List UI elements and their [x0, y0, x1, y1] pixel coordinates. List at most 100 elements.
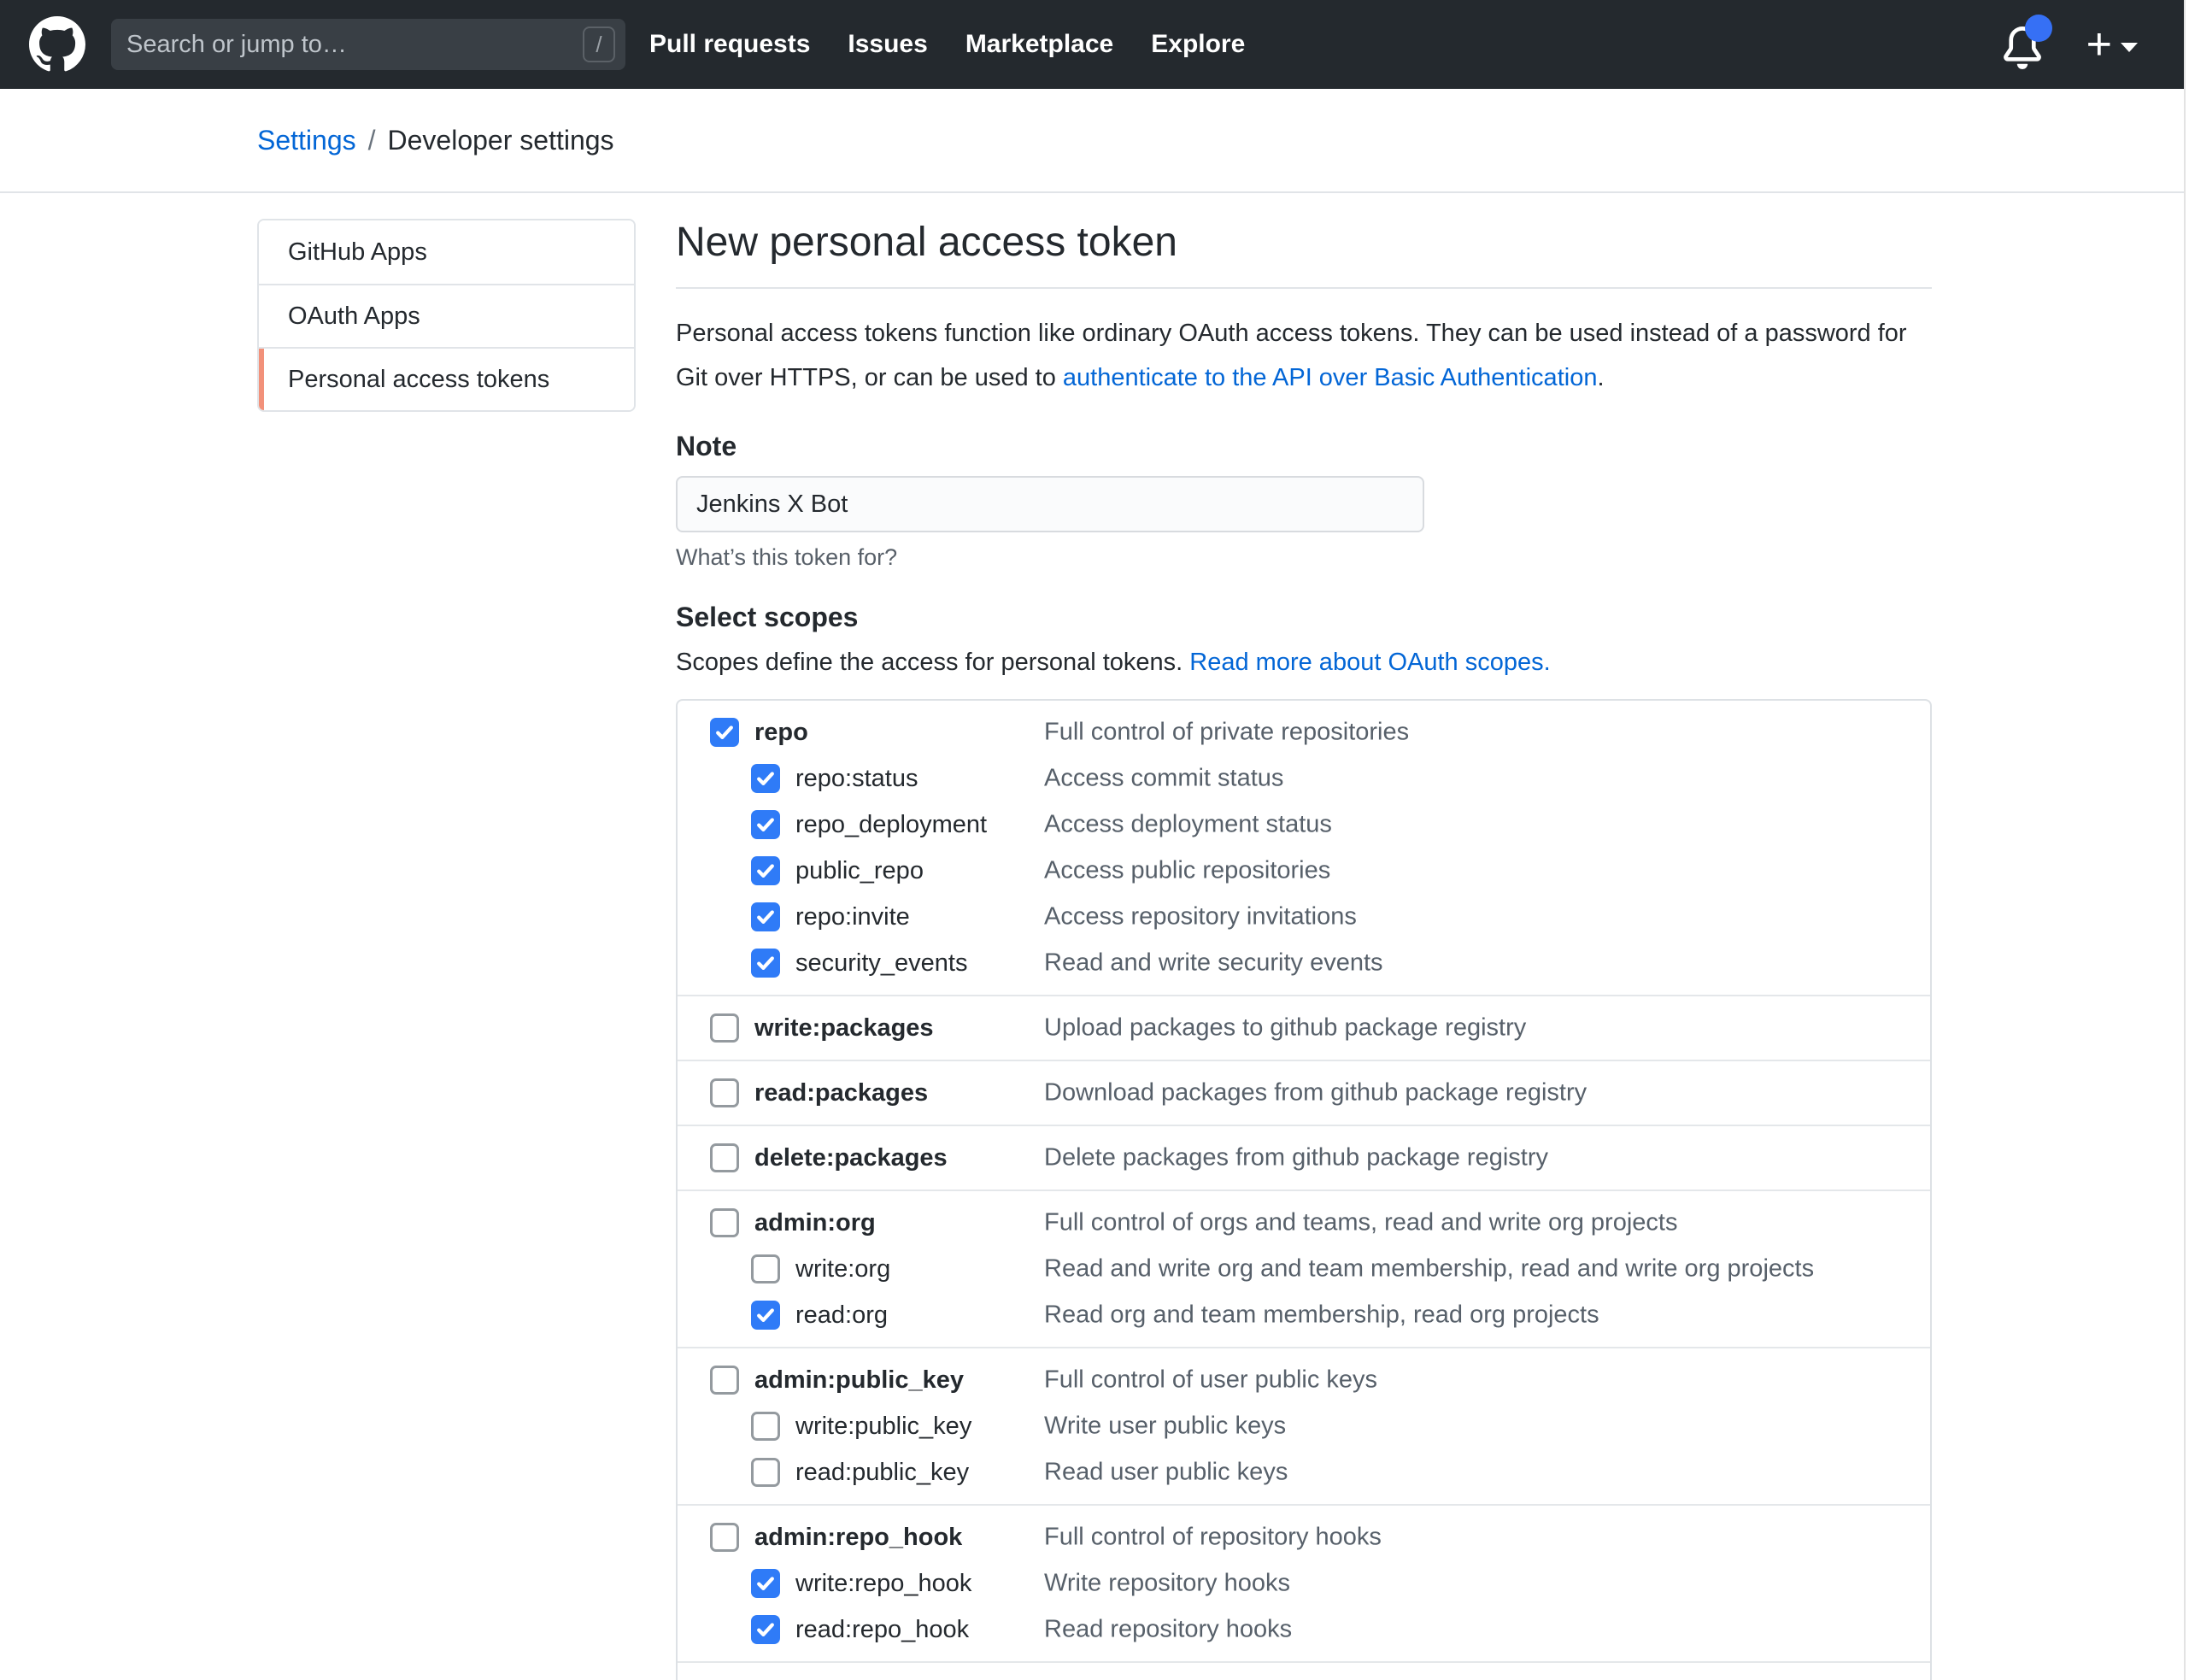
scope-row-admin:org: admin:orgFull control of orgs and teams,…	[678, 1200, 1930, 1246]
scope-name-label: repo:invite	[795, 903, 910, 931]
scope-group: admin:public_key Full control of user pub…	[678, 1347, 1930, 1504]
top-header: / Pull requests Issues Marketplace Explo…	[0, 0, 2189, 89]
scope-row-admin:repo_hook: admin:repo_hook Full control of repositor…	[678, 1514, 1930, 1560]
notifications-bell-icon[interactable]	[2001, 21, 2044, 68]
scope-description: Download packages from github package re…	[1044, 1079, 1587, 1107]
slash-key-hint: /	[583, 26, 615, 62]
scope-description: Full control of user public keys	[1044, 1366, 1377, 1395]
checkbox-read:public_key[interactable]	[751, 1458, 780, 1487]
scope-description: Delete packages from github package regi…	[1044, 1144, 1548, 1172]
scope-group: admin:org_hookFull control of organizati…	[678, 1661, 1930, 1680]
note-input[interactable]	[676, 476, 1424, 532]
sidebar-item-github-apps[interactable]: GitHub Apps	[259, 220, 634, 284]
create-new-menu[interactable]: +	[2086, 22, 2138, 67]
developer-settings-menu: GitHub Apps OAuth Apps Personal access t…	[257, 219, 636, 412]
scope-row-repo:status: repo:status Access commit status	[678, 755, 1930, 802]
scope-row-repo: repo Full control of private repositories	[678, 709, 1930, 755]
header-right: +	[2001, 21, 2155, 68]
scope-row-admin:org_hook: admin:org_hookFull control of organizati…	[678, 1671, 1930, 1680]
scope-name-label: write:packages	[754, 1014, 934, 1043]
checkbox-write:org[interactable]	[751, 1254, 780, 1283]
checkbox-delete:packages[interactable]	[710, 1143, 739, 1172]
scope-name-label: delete:packages	[754, 1144, 948, 1172]
checkbox-read:packages[interactable]	[710, 1078, 739, 1107]
scope-description: Full control of repository hooks	[1044, 1524, 1382, 1552]
checkbox-write:packages[interactable]	[710, 1013, 739, 1043]
scope-row-public_repo: public_repoAccess public repositories	[678, 848, 1930, 894]
nav-pull-requests[interactable]: Pull requests	[649, 30, 810, 59]
scope-row-read:public_key: read:public_key Read user public keys	[678, 1449, 1930, 1495]
scope-name-label: admin:repo_hook	[754, 1524, 962, 1552]
scope-row-admin:public_key: admin:public_key Full control of user pub…	[678, 1357, 1930, 1403]
scope-row-read:packages: read:packagesDownload packages from gith…	[678, 1070, 1930, 1116]
scrollbar-track[interactable]	[2184, 0, 2189, 1680]
scope-group: write:packages Upload packages to github …	[678, 995, 1930, 1060]
checkbox-repo:invite[interactable]	[751, 902, 780, 931]
checkbox-public_repo[interactable]	[751, 856, 780, 885]
sidebar-item-personal-access-tokens[interactable]: Personal access tokens	[259, 347, 634, 410]
scope-row-write:packages: write:packages Upload packages to github …	[678, 1005, 1930, 1051]
basic-auth-link[interactable]: authenticate to the API over Basic Authe…	[1063, 364, 1598, 391]
scope-name-label: read:public_key	[795, 1459, 969, 1487]
scope-description: Read and write security events	[1044, 949, 1383, 978]
breadcrumb: Settings / Developer settings	[257, 125, 1932, 156]
checkbox-repo[interactable]	[710, 718, 739, 747]
checkbox-admin:repo_hook[interactable]	[710, 1523, 739, 1552]
checkbox-read:repo_hook[interactable]	[751, 1615, 780, 1644]
scope-description: Read org and team membership, read org p…	[1044, 1301, 1599, 1330]
top-nav: Pull requests Issues Marketplace Explore	[649, 30, 1245, 59]
header-search: /	[111, 19, 625, 70]
github-logo-icon[interactable]	[29, 16, 85, 73]
caret-down-icon	[2121, 43, 2138, 52]
select-scopes-label: Select scopes	[676, 602, 1932, 633]
checkbox-security_events[interactable]	[751, 949, 780, 978]
checkbox-repo:status[interactable]	[751, 764, 780, 793]
checkbox-admin:public_key[interactable]	[710, 1366, 739, 1395]
scope-group: read:packagesDownload packages from gith…	[678, 1060, 1930, 1125]
scope-name-label: security_events	[795, 949, 968, 978]
scope-row-read:org: read:orgRead org and team membership, re…	[678, 1292, 1930, 1338]
note-help-text: What’s this token for?	[676, 544, 1932, 571]
checkbox-write:repo_hook[interactable]	[751, 1569, 780, 1598]
scope-description: Read user public keys	[1044, 1459, 1288, 1487]
scope-row-delete:packages: delete:packages Delete packages from gith…	[678, 1135, 1930, 1181]
search-input[interactable]	[126, 31, 583, 59]
scope-name-label: admin:org	[754, 1209, 876, 1237]
unread-notification-dot	[2025, 15, 2052, 42]
scope-group: admin:orgFull control of orgs and teams,…	[678, 1190, 1930, 1347]
scope-group: repo Full control of private repositories…	[678, 701, 1930, 995]
scope-row-repo_deployment: repo_deploymentAccess deployment status	[678, 802, 1930, 848]
nav-issues[interactable]: Issues	[848, 30, 927, 59]
scope-name-label: repo	[754, 719, 808, 747]
breadcrumb-settings-link[interactable]: Settings	[257, 125, 356, 156]
content-container: GitHub Apps OAuth Apps Personal access t…	[257, 193, 1932, 1680]
scope-row-read:repo_hook: read:repo_hookRead repository hooks	[678, 1607, 1930, 1653]
scope-name-label: write:org	[795, 1255, 890, 1283]
nav-marketplace[interactable]: Marketplace	[965, 30, 1113, 59]
scope-row-security_events: security_events Read and write security e…	[678, 940, 1930, 986]
scopes-box: repo Full control of private repositories…	[676, 699, 1932, 1680]
scope-name-label: write:repo_hook	[795, 1570, 971, 1598]
scope-name-label: read:repo_hook	[795, 1616, 969, 1644]
plus-icon: +	[2086, 22, 2112, 67]
scope-row-write:repo_hook: write:repo_hookWrite repository hooks	[678, 1560, 1930, 1607]
main-panel: New personal access token Personal acces…	[676, 219, 1932, 1680]
breadcrumb-bar: Settings / Developer settings	[0, 89, 2189, 193]
oauth-scopes-link[interactable]: Read more about OAuth scopes.	[1189, 649, 1550, 676]
checkbox-repo_deployment[interactable]	[751, 810, 780, 839]
scopes-description: Scopes define the access for personal to…	[676, 649, 1932, 677]
nav-explore[interactable]: Explore	[1151, 30, 1245, 59]
scope-description: Access commit status	[1044, 765, 1283, 793]
checkbox-write:public_key[interactable]	[751, 1412, 780, 1441]
scope-description: Full control of private repositories	[1044, 719, 1409, 747]
scope-name-label: admin:public_key	[754, 1366, 964, 1395]
scope-description: Upload packages to github package regist…	[1044, 1014, 1526, 1043]
scope-description: Access deployment status	[1044, 811, 1332, 839]
scope-name-label: repo:status	[795, 765, 918, 793]
checkbox-admin:org[interactable]	[710, 1208, 739, 1237]
intro-period: .	[1597, 364, 1604, 391]
scope-row-write:public_key: write:public_keyWrite user public keys	[678, 1403, 1930, 1449]
checkbox-read:org[interactable]	[751, 1301, 780, 1330]
sidebar-item-oauth-apps[interactable]: OAuth Apps	[259, 284, 634, 347]
scope-group: admin:repo_hook Full control of repositor…	[678, 1504, 1930, 1661]
